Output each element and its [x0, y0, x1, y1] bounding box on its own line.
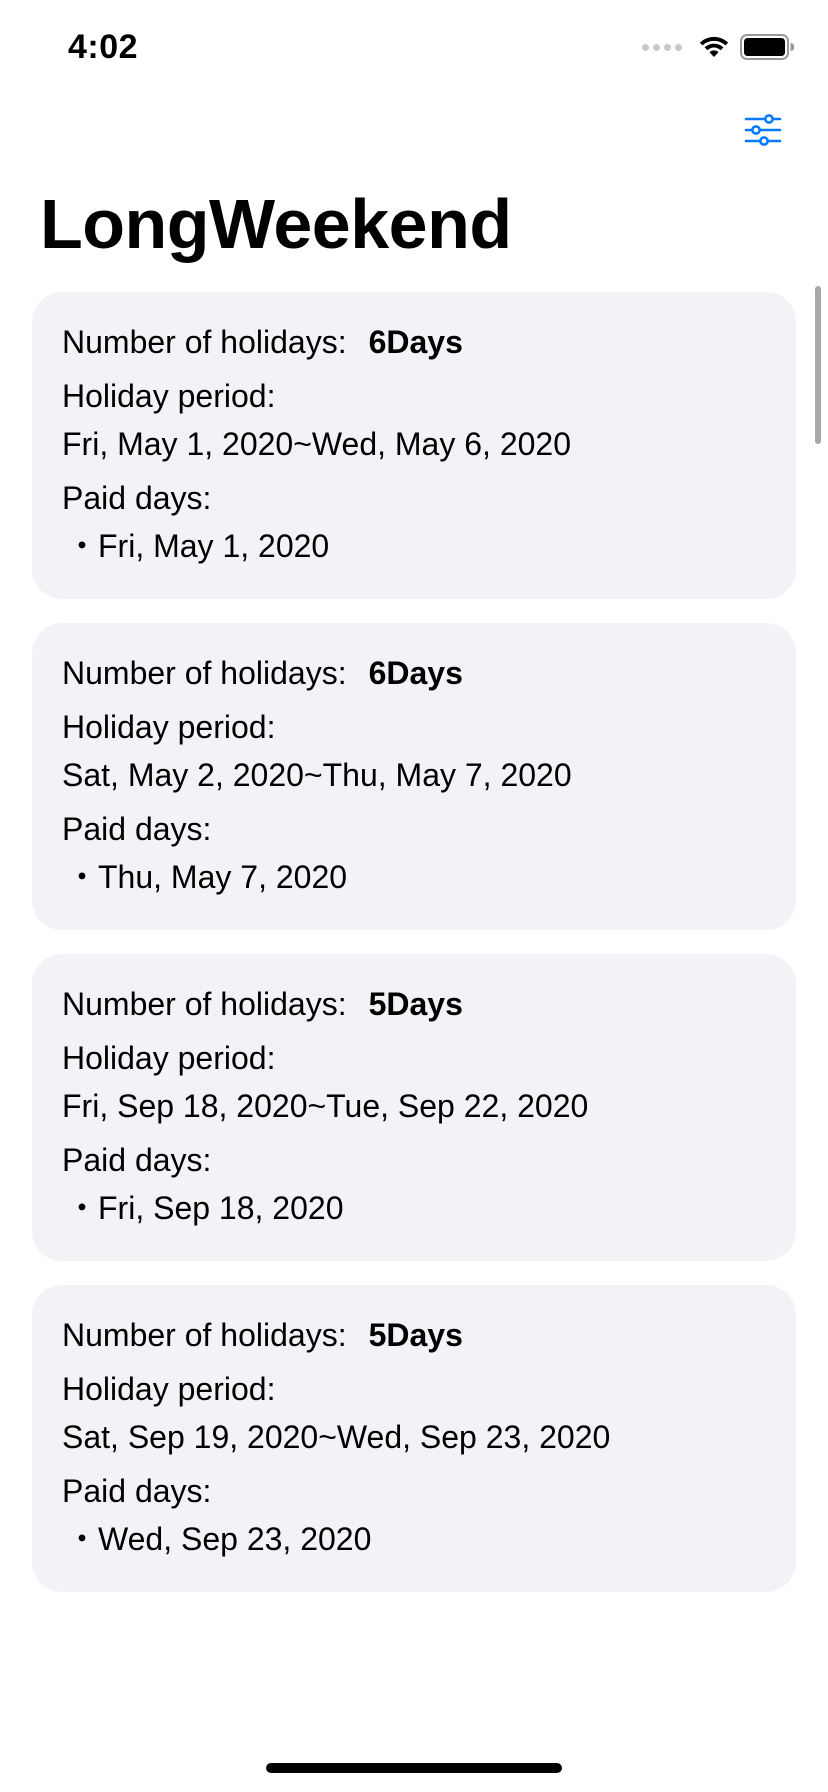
- scroll-indicator[interactable]: [815, 286, 821, 444]
- holidays-label: Number of holidays:: [62, 655, 347, 691]
- paid-day-item: ・Fri, May 1, 2020: [66, 528, 330, 564]
- paid-day-item: ・Fri, Sep 18, 2020: [66, 1190, 344, 1226]
- cellular-signal-icon: [642, 43, 682, 51]
- long-weekend-card[interactable]: Number of holidays: 5Days Holiday period:…: [32, 954, 796, 1261]
- long-weekend-card[interactable]: Number of holidays: 6Days Holiday period:…: [32, 623, 796, 930]
- holidays-label: Number of holidays:: [62, 324, 347, 360]
- holidays-label: Number of holidays:: [62, 986, 347, 1022]
- period-value: Fri, May 1, 2020~Wed, May 6, 2020: [62, 426, 571, 462]
- holidays-count: 5Days: [368, 1317, 463, 1353]
- paid-days-label: Paid days:: [62, 1142, 212, 1178]
- paid-days-label: Paid days:: [62, 1473, 212, 1509]
- period-value: Sat, Sep 19, 2020~Wed, Sep 23, 2020: [62, 1419, 611, 1455]
- home-indicator[interactable]: [266, 1763, 562, 1773]
- status-time: 4:02: [68, 28, 139, 66]
- holidays-label: Number of holidays:: [62, 1317, 347, 1353]
- period-label: Holiday period:: [62, 1371, 276, 1407]
- long-weekend-card[interactable]: Number of holidays: 6Days Holiday period:…: [32, 292, 796, 599]
- status-bar: 4:02: [0, 0, 828, 100]
- holidays-row: Number of holidays: 6Days: [62, 653, 766, 693]
- filter-settings-button[interactable]: [738, 112, 788, 152]
- holidays-row: Number of holidays: 5Days: [62, 1315, 766, 1355]
- period-label: Holiday period:: [62, 1040, 276, 1076]
- battery-icon: [740, 34, 794, 60]
- long-weekend-list: Number of holidays: 6Days Holiday period:…: [32, 292, 796, 1616]
- long-weekend-card[interactable]: Number of holidays: 5Days Holiday period:…: [32, 1285, 796, 1592]
- period-value: Sat, May 2, 2020~Thu, May 7, 2020: [62, 757, 572, 793]
- holidays-row: Number of holidays: 5Days: [62, 984, 766, 1024]
- period-value: Fri, Sep 18, 2020~Tue, Sep 22, 2020: [62, 1088, 589, 1124]
- page-title: LongWeekend: [40, 185, 512, 263]
- period-label: Holiday period:: [62, 378, 276, 414]
- status-indicators: [642, 34, 794, 60]
- paid-days-label: Paid days:: [62, 480, 212, 516]
- paid-day-item: ・Thu, May 7, 2020: [66, 859, 348, 895]
- holidays-count: 6Days: [368, 324, 463, 360]
- paid-days-label: Paid days:: [62, 811, 212, 847]
- wifi-icon: [698, 35, 730, 59]
- holidays-count: 5Days: [368, 986, 463, 1022]
- sliders-icon: [744, 113, 782, 151]
- period-label: Holiday period:: [62, 709, 276, 745]
- holidays-row: Number of holidays: 6Days: [62, 322, 766, 362]
- paid-day-item: ・Wed, Sep 23, 2020: [66, 1521, 372, 1557]
- holidays-count: 6Days: [368, 655, 463, 691]
